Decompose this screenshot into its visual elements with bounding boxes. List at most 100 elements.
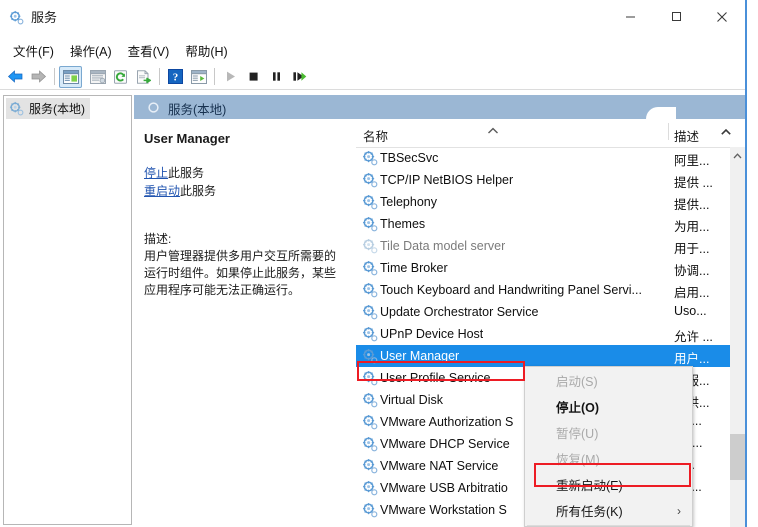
table-row[interactable]: Themes 为用... [356,213,730,235]
ctx-restart[interactable]: 重新启动(E) [525,471,692,497]
services-gear-icon [362,260,378,276]
service-name-cell: User Profile Service [380,371,491,385]
restart-service-icon[interactable] [288,66,311,88]
table-row[interactable]: Telephony 提供... [356,191,730,213]
maximize-button[interactable] [653,0,699,33]
table-row[interactable]: TCP/IP NetBIOS Helper 提供 ... [356,169,730,191]
forward-arrow-icon[interactable] [27,66,50,88]
service-name-cell: Touch Keyboard and Handwriting Panel Ser… [380,283,642,297]
show-action-pane-icon[interactable] [187,66,210,88]
services-gear-icon [362,502,378,518]
context-menu-item-label: 重新启动(E) [556,478,623,493]
table-row[interactable]: User Manager 用户... [356,345,730,367]
services-gear-icon [362,480,378,496]
table-row[interactable]: TBSecSvc 阿里... [356,147,730,169]
service-name-cell: Themes [380,217,426,231]
window-frame: 服务 文件(F) 操作(A) 查看(V) 帮助(H) ? 服务(本地) 服务(本… [0,0,745,527]
title-bar-left: 服务 [9,10,57,25]
tree-node-services-local[interactable]: 服务(本地) [6,98,90,119]
service-detail-panel: User Manager 停止此服务 重启动此服务 描述: 用户管理器提供多用户… [134,119,356,527]
service-description-cell: 阿里... [674,154,710,168]
service-name-cell: VMware NAT Service [380,459,499,473]
menu-help[interactable]: 帮助(H) [178,42,236,62]
column-header-name[interactable]: 名称 [363,126,388,145]
service-description-cell: 用于... [674,242,710,256]
table-row[interactable]: Touch Keyboard and Handwriting Panel Ser… [356,279,730,301]
scrollbar-up-button[interactable] [730,147,745,164]
stop-service-icon[interactable] [242,66,265,88]
restart-service-suffix: 此服务 [180,184,217,198]
toolbar-separator-2 [159,68,160,85]
export-list-icon[interactable] [132,66,155,88]
detail-service-name: User Manager [144,131,230,146]
services-gear-icon [362,238,378,254]
pause-service-icon[interactable] [265,66,288,88]
service-name-cell: Tile Data model server [380,239,506,253]
service-description-cell: 允许 ... [674,330,713,344]
toolbar-divider [0,89,745,90]
back-arrow-icon[interactable] [4,66,27,88]
service-name-cell: UPnP Device Host [380,327,484,341]
menu-file[interactable]: 文件(F) [6,42,63,62]
properties-icon[interactable] [86,66,109,88]
restart-service-link-row: 重启动此服务 [144,182,346,200]
service-name-cell: VMware USB Arbitratio [380,481,508,495]
services-gear-icon [9,101,24,116]
column-divider[interactable] [668,123,669,140]
service-description-cell: 协调... [674,264,710,278]
table-row[interactable]: UPnP Device Host 允许 ... [356,323,730,345]
service-name-cell: Virtual Disk [380,393,443,407]
restart-service-link[interactable]: 重启动 [144,184,180,198]
ctx-all-tasks[interactable]: 所有任务(K) › [525,497,692,523]
services-gear-icon [9,10,24,25]
tree-node-label: 服务(本地) [29,102,85,116]
scrollbar-thumb[interactable] [730,434,745,480]
service-name-cell: Telephony [380,195,437,209]
context-menu-item-label: 启动(S) [556,374,598,389]
menu-action[interactable]: 操作(A) [63,42,121,62]
window-right-border [745,0,747,527]
service-name-cell: Update Orchestrator Service [380,305,539,319]
services-gear-icon [362,392,378,408]
table-row[interactable]: Time Broker 协调... [356,257,730,279]
stop-service-link[interactable]: 停止 [144,166,168,180]
start-service-icon[interactable] [219,66,242,88]
context-menu-separator [527,525,690,526]
scroll-up-arrow-icon[interactable] [720,125,732,139]
services-gear-icon [362,458,378,474]
service-name-cell: VMware Authorization S [380,415,514,429]
service-description-cell: 启用... [674,286,710,300]
service-name-cell: User Manager [380,349,460,363]
sort-ascending-icon [487,124,499,138]
menu-view[interactable]: 查看(V) [121,42,179,62]
console-tree-pane: 服务(本地) [3,95,132,525]
column-header-description[interactable]: 描述 [674,126,699,145]
list-column-header: 名称 描述 [356,119,745,148]
toolbar-separator-1 [54,68,55,85]
services-gear-icon [362,150,378,166]
ctx-start: 启动(S) [525,367,692,393]
services-gear-icon [362,172,378,188]
context-menu-item-label: 恢复(M) [556,452,600,467]
ctx-stop[interactable]: 停止(O) [525,393,692,419]
list-vertical-scrollbar[interactable] [730,147,745,527]
services-gear-icon [362,282,378,298]
table-row[interactable]: Update Orchestrator Service Uso... [356,301,730,323]
description-label: 描述: [144,232,172,246]
table-row[interactable]: Tile Data model server 用于... [356,235,730,257]
refresh-icon[interactable] [109,66,132,88]
service-name-cell: TBSecSvc [380,151,439,165]
toolbar: ? [0,63,745,90]
services-gear-icon [362,414,378,430]
minimize-button[interactable] [607,0,653,33]
description-text: 用户管理器提供多用户交互所需要的运行时组件。如果停止此服务，某些应用程序可能无法… [144,249,337,297]
detail-action-links: 停止此服务 重启动此服务 [144,164,346,200]
service-name-cell: TCP/IP NetBIOS Helper [380,173,514,187]
context-menu-item-label: 所有任务(K) [556,504,623,519]
show-hide-tree-icon[interactable] [59,65,82,88]
close-button[interactable] [699,0,745,33]
service-name-cell: Time Broker [380,261,448,275]
service-name-cell: VMware DHCP Service [380,437,510,451]
services-gear-icon [362,370,378,386]
help-icon[interactable]: ? [164,66,187,88]
